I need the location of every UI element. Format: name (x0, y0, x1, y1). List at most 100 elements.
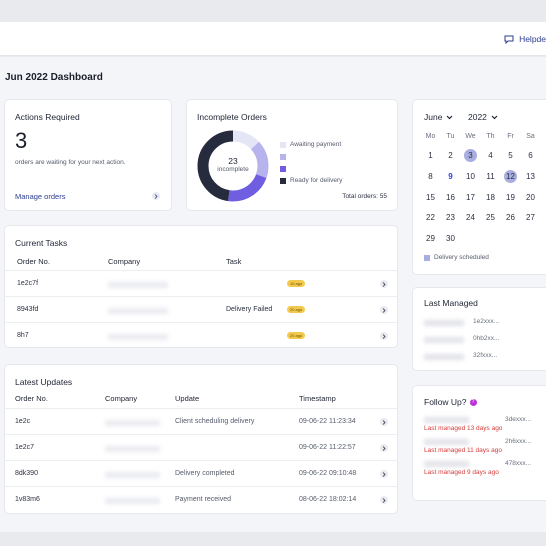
calendar-day[interactable]: 25 (484, 211, 497, 224)
updates-header-company: Company (105, 394, 138, 403)
chevron-right-icon[interactable] (380, 470, 388, 478)
calendar-card: June 2022 MoTuWeThFrSaS12345689101112131… (412, 99, 546, 275)
calendar-day[interactable]: 9 (444, 170, 457, 183)
table-row[interactable]: 1e2c Client scheduling delivery 09-06-22 1… (5, 408, 397, 434)
last-managed-card: Last Managed 1e2xxx... 0hb2xx... 32fxxx... (412, 287, 546, 371)
donut-center-value: 23 (228, 156, 238, 166)
calendar-day[interactable]: 22 (424, 211, 437, 224)
calendar-day[interactable]: 20 (524, 191, 537, 204)
latest-updates-card: Latest Updates Order No. Company Update … (4, 364, 398, 514)
calendar-day[interactable]: 26 (504, 211, 517, 224)
calendar-day[interactable]: 19 (504, 191, 517, 204)
legend-swatch (280, 166, 286, 172)
redacted-text (424, 320, 464, 326)
redacted-text (424, 461, 469, 467)
donut-center-label: incomplete (217, 166, 249, 173)
order-number: 8h7 (17, 332, 29, 339)
legend-swatch (280, 154, 286, 160)
manage-orders-chevron-icon[interactable] (152, 192, 160, 200)
table-row[interactable]: 8dk390 Delivery completed 09-06-22 09:10:4… (5, 460, 397, 486)
calendar-day[interactable]: 15 (424, 191, 437, 204)
actions-card: Actions Required 3 orders are waiting fo… (4, 99, 172, 211)
actions-text: orders are waiting for your next action. (15, 159, 126, 166)
table-row[interactable]: 8943fd Delivery Failed 20 ago (5, 296, 397, 322)
calendar-day[interactable]: 6 (524, 149, 537, 162)
company-redacted (105, 446, 160, 452)
timestamp: 09-06-22 11:23:34 (299, 418, 356, 425)
timestamp: 08-06-22 18:02:14 (299, 496, 357, 503)
redacted-text (424, 354, 464, 360)
last-managed-ref[interactable]: 1e2xxx... (473, 318, 499, 325)
chevron-right-icon[interactable] (380, 418, 388, 426)
calendar-day[interactable]: 10 (464, 170, 477, 183)
weekday-label: Th (486, 133, 495, 140)
status-badge: 10 ago (287, 280, 306, 287)
calendar-day[interactable]: 18 (484, 191, 497, 204)
calendar-day[interactable]: 11 (484, 170, 497, 183)
actions-title: Actions Required (15, 112, 80, 122)
company-redacted (108, 334, 168, 340)
calendar-day[interactable]: 27 (524, 211, 537, 224)
tasks-header-order: Order No. (17, 257, 50, 266)
calendar-day[interactable]: 5 (504, 149, 517, 162)
calendar-day[interactable]: 17 (464, 191, 477, 204)
weekday-label: Sa (526, 133, 535, 140)
calendar-day[interactable]: 2 (444, 149, 457, 162)
year-select[interactable]: 2022 (468, 112, 498, 122)
incomplete-orders-card: Incomplete Orders 23 incomplete Awaiting… (186, 99, 398, 211)
table-row[interactable]: 1e2c7f 10 ago (5, 270, 397, 296)
last-managed-ref[interactable]: 0hb2xx... (473, 335, 499, 342)
redacted-text (424, 439, 469, 445)
helpdesk-button[interactable]: Helpde (504, 34, 546, 44)
helpdesk-label: Helpde (519, 34, 546, 44)
chevron-right-icon[interactable] (380, 332, 388, 340)
weekday-label: We (465, 133, 476, 140)
order-number: 1e2c (15, 418, 31, 425)
table-row[interactable]: 1v83m6 Payment received 08-06-22 18:02:14 (5, 486, 397, 512)
chevron-down-icon (491, 115, 498, 119)
last-managed-ref[interactable]: 32fxxx... (473, 352, 497, 359)
status-badge: 20 ago (287, 332, 306, 339)
company-redacted (105, 420, 160, 426)
chevron-right-icon[interactable] (380, 444, 388, 452)
follow-up-title: Follow Up? (424, 397, 467, 407)
actions-count: 3 (15, 128, 28, 153)
update-text: Payment received (175, 496, 232, 503)
help-icon[interactable]: ? (469, 398, 477, 406)
chevron-right-icon[interactable] (380, 280, 388, 288)
legend-swatch (280, 178, 286, 184)
tasks-header-company: Company (108, 257, 141, 266)
calendar-day[interactable]: 4 (484, 149, 497, 162)
calendar-day[interactable]: 3 (464, 149, 477, 162)
calendar-day[interactable]: 29 (424, 232, 437, 245)
calendar-day[interactable]: 16 (444, 191, 457, 204)
chevron-down-icon (447, 115, 453, 119)
tasks-title: Current Tasks (15, 238, 68, 248)
chevron-right-icon[interactable] (380, 496, 388, 504)
manage-orders-link[interactable]: Manage orders (15, 192, 65, 201)
follow-up-ref[interactable]: 3dexxx... (505, 416, 531, 423)
table-row[interactable]: 8h7 20 ago (5, 322, 397, 348)
company-redacted (108, 282, 168, 288)
calendar-day[interactable]: 12 (504, 170, 517, 183)
calendar-day[interactable]: 8 (424, 170, 437, 183)
calendar-day[interactable]: 24 (464, 211, 477, 224)
company-redacted (105, 472, 160, 478)
legend-label: Awaiting payment (290, 141, 342, 148)
calendar-day[interactable]: 23 (444, 211, 457, 224)
follow-up-ref[interactable]: 2h6xxx... (505, 438, 531, 445)
follow-up-header: Follow Up? ? (424, 397, 477, 407)
table-row[interactable]: 1e2c7 09-06-22 11:22:57 (5, 434, 397, 460)
calendar-day[interactable]: 1 (424, 149, 437, 162)
timestamp: 09-06-22 09:10:48 (299, 470, 357, 477)
chevron-right-icon[interactable] (380, 306, 388, 314)
incomplete-title: Incomplete Orders (197, 112, 267, 122)
weekday-label: Mo (425, 133, 436, 140)
bottom-strip (0, 532, 546, 546)
last-managed-note: Last managed 11 days ago (424, 447, 502, 454)
redacted-text (424, 337, 464, 343)
follow-up-ref[interactable]: 478xxx... (505, 460, 531, 467)
month-select[interactable]: June (424, 112, 453, 122)
calendar-day[interactable]: 30 (444, 232, 457, 245)
calendar-day[interactable]: 13 (524, 170, 537, 183)
